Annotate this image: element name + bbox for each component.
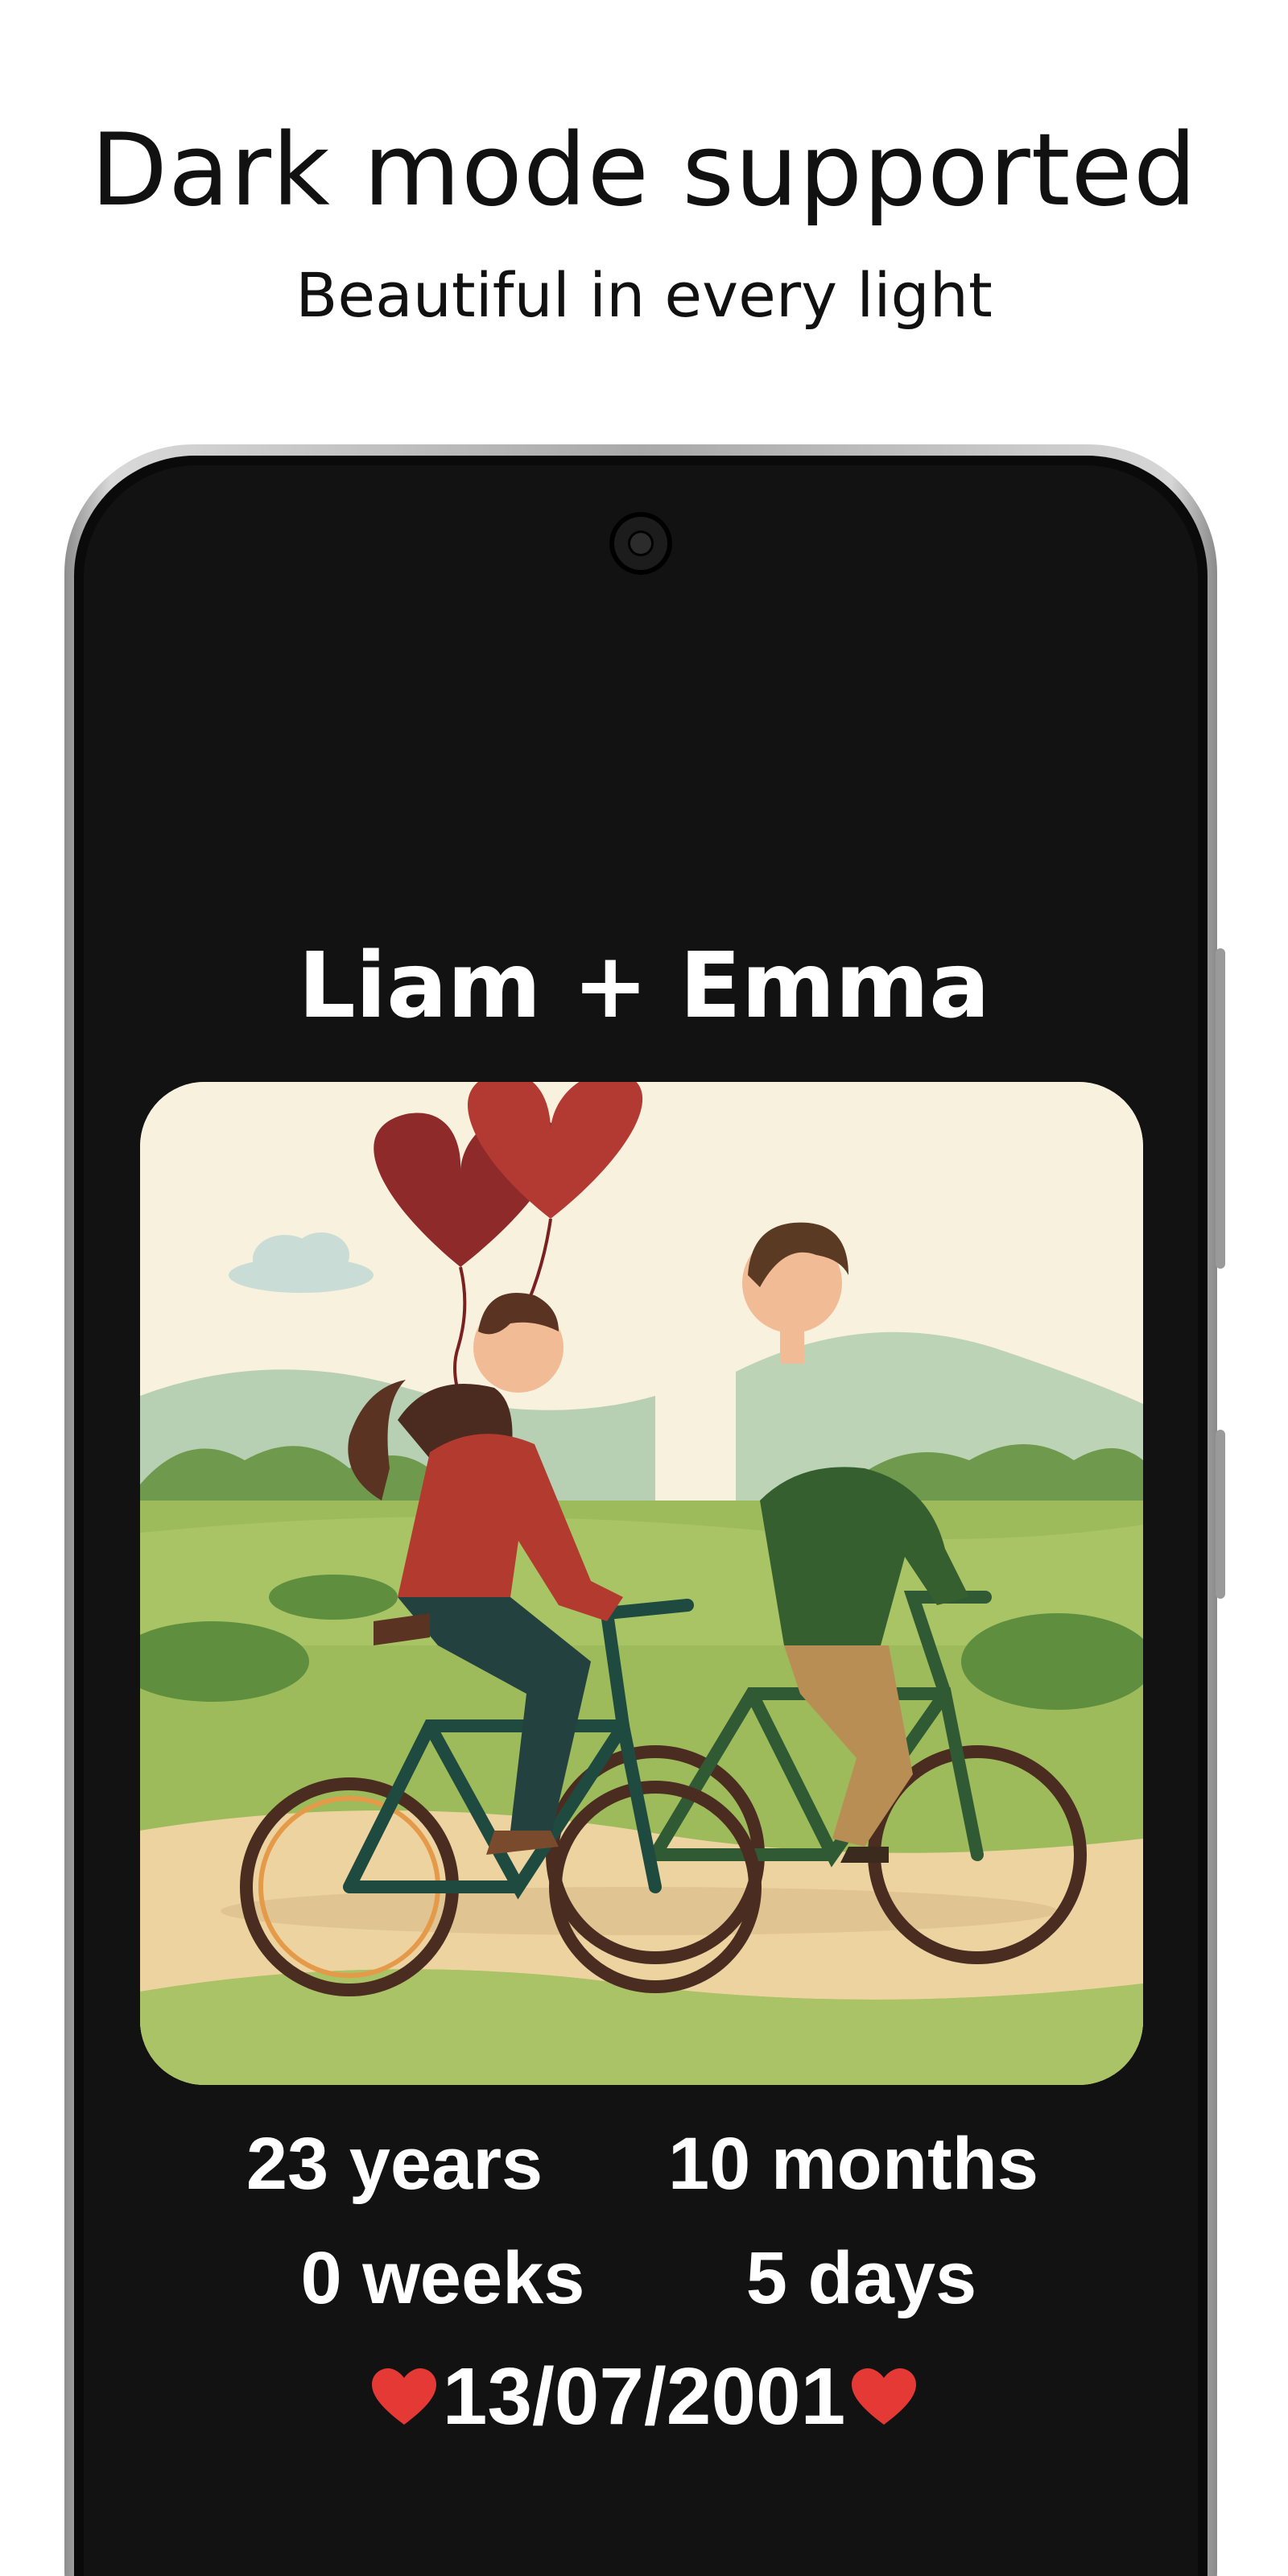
- start-date: 13/07/2001: [442, 2351, 846, 2442]
- heart-icon: [371, 2368, 436, 2426]
- start-date-row[interactable]: 13/07/2001: [0, 2351, 1288, 2443]
- promo-page: Dark mode supported Beautiful in every l…: [0, 0, 1288, 2576]
- couple-name-title[interactable]: Liam + Emma: [0, 934, 1288, 1038]
- counter-years: 23 years: [246, 2123, 543, 2205]
- counter-weeks: 0 weeks: [300, 2237, 585, 2319]
- phone-power-button: [1216, 1430, 1225, 1599]
- counter-months: 10 months: [667, 2123, 1039, 2205]
- heart-icon: [852, 2368, 917, 2426]
- couple-on-bicycles-illustration: [140, 1082, 1143, 2085]
- front-camera-icon: [609, 512, 672, 575]
- couple-photo[interactable]: [140, 1082, 1143, 2085]
- counter-days: 5 days: [745, 2237, 977, 2319]
- promo-subheadline: Beautiful in every light: [295, 259, 993, 331]
- promo-headline: Dark mode supported: [90, 113, 1198, 229]
